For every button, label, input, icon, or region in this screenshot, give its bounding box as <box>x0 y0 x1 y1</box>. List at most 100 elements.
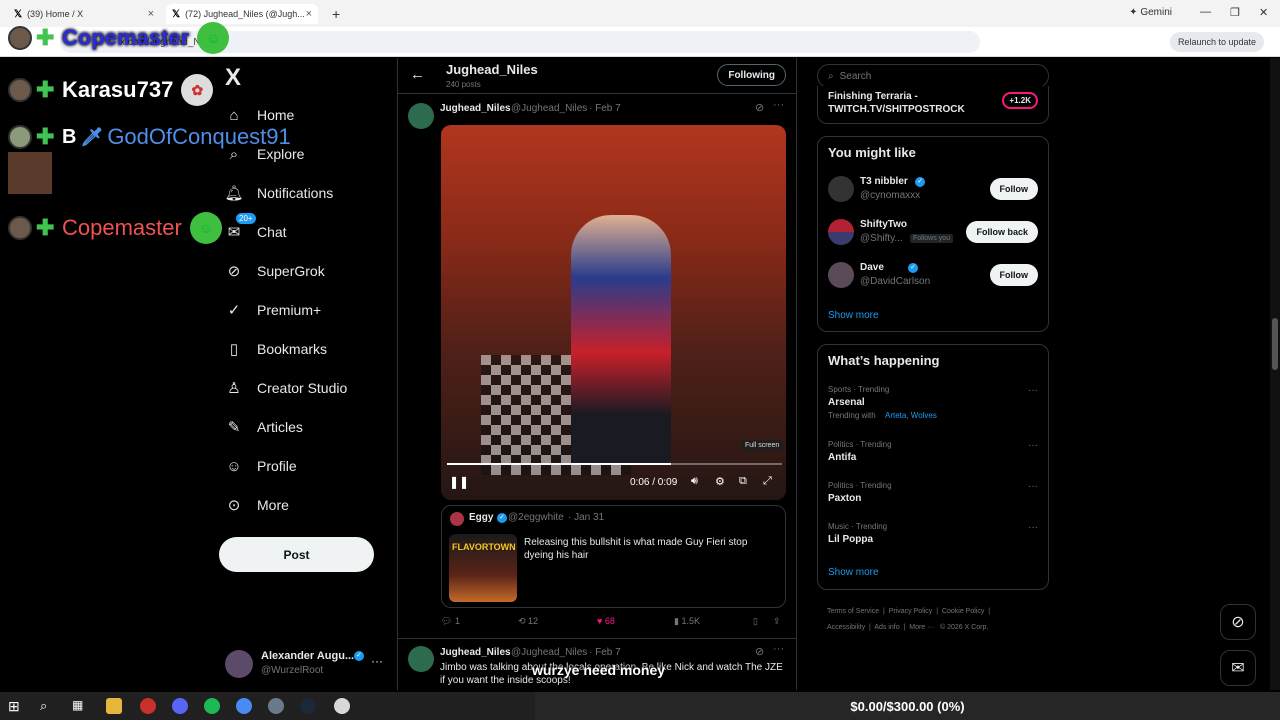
new-tab-button[interactable]: + <box>326 4 346 24</box>
footer-link[interactable]: Cookie Policy <box>942 608 984 615</box>
nav-item-chat[interactable]: ✉ Chat 20+ <box>225 213 287 241</box>
nav-item-profile[interactable]: ☺ Profile <box>225 457 296 475</box>
suggested-user[interactable]: ShiftyTwo @Shifty... Follows you Follow … <box>818 215 1048 253</box>
browser-tab-profile[interactable]: 𝕏 (72) Jughead_Niles (@Jugh... × <box>166 4 318 24</box>
pause-icon[interactable]: ❚❚ <box>449 475 469 489</box>
nav-item-premium[interactable]: ✓ Premium+ <box>225 301 321 319</box>
trend-context: Music · Trending <box>828 522 888 531</box>
more-dots-icon[interactable]: ··· <box>1028 385 1038 396</box>
show-more-link[interactable]: Show more <box>828 310 879 321</box>
repost-button[interactable]: ⟲ 12 <box>518 616 538 627</box>
post-button[interactable]: Post <box>219 537 374 572</box>
reply-button[interactable]: 💬︎ 1 <box>441 616 460 627</box>
grok-icon[interactable]: ⊘ <box>755 645 764 658</box>
settings-icon[interactable]: ⚙ <box>715 475 725 488</box>
like-button[interactable]: ♥ 68 <box>597 616 615 626</box>
grok-icon[interactable]: ⊘ <box>755 101 764 114</box>
avatar[interactable] <box>408 103 434 129</box>
nav-item-bookmarks[interactable]: ▯ Bookmarks <box>225 340 327 358</box>
footer-link[interactable]: More ··· <box>909 624 934 631</box>
user-name: Dave <box>860 262 884 273</box>
nav-item-home[interactable]: ⌂ Home <box>225 106 294 124</box>
messages-floating-button[interactable]: ✉ <box>1220 650 1256 686</box>
post-date[interactable]: · Feb 7 <box>589 647 621 658</box>
nav-item-explore[interactable]: ⌕ Explore <box>225 145 305 163</box>
trend-item[interactable]: Music · Trending Lil Poppa ··· <box>818 520 1048 552</box>
quoted-post[interactable]: Eggy ✓ @2eggwhite · Jan 31 FLAVORTOWN Re… <box>441 505 786 608</box>
live-card[interactable]: Finishing Terraria - TWITCH.TV/SHITPOSTR… <box>817 86 1049 124</box>
nav-item-more[interactable]: ⊙ More <box>225 496 289 514</box>
post-author[interactable]: Jughead_Niles <box>440 647 511 658</box>
post-author[interactable]: Jughead_Niles <box>440 103 511 114</box>
quote-text: Releasing this bullshit is what made Guy… <box>524 537 748 561</box>
nav-item-articles[interactable]: ✎ Articles <box>225 418 303 436</box>
follow-back-button[interactable]: Follow back <box>966 221 1038 243</box>
show-more-link[interactable]: Show more <box>828 567 879 578</box>
nav-item-notifications[interactable]: 🔔︎ Notifications <box>224 184 333 202</box>
scrollbar[interactable] <box>1270 58 1280 690</box>
task-view-icon[interactable]: ▦ <box>72 698 88 714</box>
post-handle[interactable]: @Jughead_Niles <box>511 103 587 114</box>
x-logo-icon[interactable]: X <box>225 64 241 92</box>
obs-icon[interactable] <box>140 698 156 714</box>
post-handle[interactable]: @Jughead_Niles <box>511 647 587 658</box>
fullscreen-icon[interactable]: ⤢ <box>763 475 772 488</box>
gemini-button[interactable]: ✦ Gemini <box>1129 7 1172 18</box>
footer-link[interactable]: Ads info <box>874 624 899 631</box>
search-icon[interactable]: ⌕ <box>40 698 56 714</box>
steam-icon[interactable] <box>300 698 316 714</box>
spotify-icon[interactable] <box>204 698 220 714</box>
follow-button[interactable]: Follow <box>989 178 1038 200</box>
avatar[interactable] <box>408 646 434 672</box>
scrollbar-thumb[interactable] <box>1272 318 1278 370</box>
trend-item[interactable]: Politics · Trending Antifa ··· <box>818 438 1048 470</box>
footer-link[interactable]: Terms of Service <box>827 608 879 615</box>
search-input[interactable]: ⌕ Search <box>817 64 1049 88</box>
search-icon: ⌕ <box>828 70 834 82</box>
account-switcher[interactable]: Alexander Augu... ✓ @WurzelRoot ··· <box>225 648 390 684</box>
browser-tab-home[interactable]: 𝕏 (39) Home / X × <box>8 4 160 24</box>
close-icon[interactable]: × <box>306 8 312 20</box>
trend-item[interactable]: Politics · Trending Paxton ··· <box>818 479 1048 511</box>
following-button[interactable]: Following <box>717 64 786 86</box>
footer-link[interactable]: Privacy Policy <box>889 608 933 615</box>
video-player[interactable]: Full screen ❚❚ 0:06 / 0:09 🔊︎ ⚙ ⧉ ⤢ <box>441 125 786 500</box>
app-icon[interactable] <box>334 698 350 714</box>
pip-icon[interactable]: ⧉ <box>739 475 747 488</box>
trend-item[interactable]: Sports · Trending Arsenal Trending with … <box>818 383 1048 425</box>
suggested-user[interactable]: T3 nibbler ✓ @cynomaxxx Follow <box>818 172 1048 210</box>
follow-button[interactable]: Follow <box>989 264 1038 286</box>
file-explorer-icon[interactable] <box>106 698 122 714</box>
views-button[interactable]: ▮ 1.5K <box>674 616 700 627</box>
post-actions: 💬︎ 1 ⟲ 12 ♥ 68 ▮ 1.5K ▯ ⇪ <box>441 614 786 632</box>
window-close-icon[interactable]: ✕ <box>1259 6 1268 19</box>
chrome-icon[interactable] <box>236 698 252 714</box>
app-icon[interactable] <box>268 698 284 714</box>
suggested-user[interactable]: Dave ✓ @DavidCarlson Follow <box>818 258 1048 296</box>
post[interactable]: Jughead_Niles @Jughead_Niles · Feb 7 ⊘ ·… <box>398 95 796 639</box>
discord-icon[interactable] <box>172 698 188 714</box>
more-dots-icon[interactable]: ··· <box>773 99 784 111</box>
more-dots-icon[interactable]: ··· <box>1028 481 1038 492</box>
grok-floating-button[interactable]: ⊘ <box>1220 604 1256 640</box>
post-date[interactable]: · Feb 7 <box>589 103 621 114</box>
nav-label: Premium+ <box>257 302 322 318</box>
more-dots-icon[interactable]: ··· <box>1028 440 1038 451</box>
nav-item-creator-studio[interactable]: ♙ Creator Studio <box>225 379 347 397</box>
trend-with[interactable]: Arteta, Wolves <box>885 411 937 420</box>
share-icon[interactable]: ⇪ <box>773 616 781 627</box>
more-dots-icon[interactable]: ··· <box>773 643 784 655</box>
back-arrow-icon[interactable]: ← <box>410 66 425 83</box>
trend-context: Politics · Trending <box>828 481 892 490</box>
restore-icon[interactable]: ❐ <box>1230 6 1240 19</box>
nav-item-supergrok[interactable]: ⊘ SuperGrok <box>225 262 325 280</box>
bookmark-icon[interactable]: ▯ <box>753 616 758 627</box>
close-icon[interactable]: × <box>148 8 154 20</box>
minimize-icon[interactable]: — <box>1200 6 1211 18</box>
windows-start-icon[interactable]: ⊞ <box>8 698 24 714</box>
video-progress-track[interactable] <box>447 463 782 465</box>
footer-link[interactable]: Accessibility <box>827 624 865 631</box>
relaunch-button[interactable]: Relaunch to update <box>1169 32 1264 52</box>
volume-icon[interactable]: 🔊︎ <box>691 475 698 488</box>
more-dots-icon[interactable]: ··· <box>1028 522 1038 533</box>
